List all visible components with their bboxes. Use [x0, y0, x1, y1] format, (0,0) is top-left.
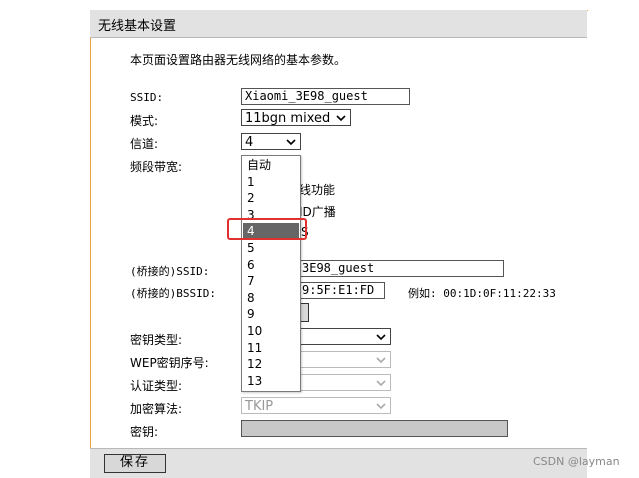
channel-option[interactable]: 6 — [243, 257, 299, 273]
chevron-down-icon — [286, 139, 296, 146]
bridge-ssid-value: 3E98_guest — [302, 261, 375, 275]
ssid-input[interactable]: Xiaomi_3E98_guest — [241, 88, 410, 105]
bandwidth-label: 频段带宽: — [130, 160, 183, 174]
channel-option[interactable]: 2 — [243, 190, 299, 206]
mode-label: 模式: — [130, 114, 159, 128]
chevron-down-icon — [376, 357, 386, 364]
chevron-down-icon — [376, 380, 386, 387]
mode-select[interactable]: 11bgn mixed — [241, 109, 351, 126]
channel-select[interactable]: 4 — [241, 133, 301, 150]
bssid-example: 例如: 00:1D:0F:11:22:33 — [408, 287, 556, 300]
encryption-label: 加密算法: — [130, 402, 183, 416]
chevron-down-icon — [376, 403, 386, 410]
panel-header: 无线基本设置 — [90, 10, 587, 38]
channel-dropdown-list[interactable]: 自动 1 2 3 4 5 6 7 8 9 10 11 12 13 — [241, 155, 301, 392]
panel-description: 本页面设置路由器无线网络的基本参数。 — [130, 53, 347, 67]
bridge-ssid-label: (桥接的)SSID: — [130, 265, 210, 278]
channel-option[interactable]: 12 — [243, 356, 299, 372]
mode-value: 11bgn mixed — [245, 111, 331, 126]
key-input[interactable] — [241, 420, 508, 437]
auth-type-label: 认证类型: — [130, 379, 183, 393]
channel-option[interactable]: 1 — [243, 174, 299, 190]
channel-label: 信道: — [130, 137, 159, 151]
wireless-function-text: 线功能 — [299, 183, 336, 197]
channel-option[interactable]: 自动 — [243, 157, 299, 173]
key-label: 密钥: — [130, 425, 159, 439]
channel-option[interactable]: 8 — [243, 290, 299, 306]
channel-option[interactable]: 9 — [243, 306, 299, 322]
encryption-value: TKIP — [245, 399, 274, 414]
wep-index-label: WEP密钥序号: — [130, 356, 209, 370]
key-type-label: 密钥类型: — [130, 333, 183, 347]
save-button[interactable]: 保存 — [104, 454, 166, 473]
panel-title: 无线基本设置 — [98, 19, 177, 34]
channel-option[interactable]: 11 — [243, 340, 299, 356]
bridge-bssid-value: 9:5F:E1:FD — [302, 283, 375, 297]
encryption-select[interactable]: TKIP — [241, 397, 391, 414]
highlight-annotation — [227, 218, 307, 240]
channel-option[interactable]: 13 — [243, 373, 299, 389]
watermark-text: CSDN @layman — [533, 455, 620, 468]
channel-option[interactable]: 10 — [243, 323, 299, 339]
channel-value: 4 — [245, 135, 254, 150]
chevron-down-icon — [336, 115, 346, 122]
chevron-down-icon — [376, 334, 386, 341]
channel-option[interactable]: 7 — [243, 273, 299, 289]
channel-option[interactable]: 5 — [243, 240, 299, 256]
bridge-bssid-label: (桥接的)BSSID: — [130, 287, 216, 300]
ssid-label: SSID: — [130, 91, 164, 104]
